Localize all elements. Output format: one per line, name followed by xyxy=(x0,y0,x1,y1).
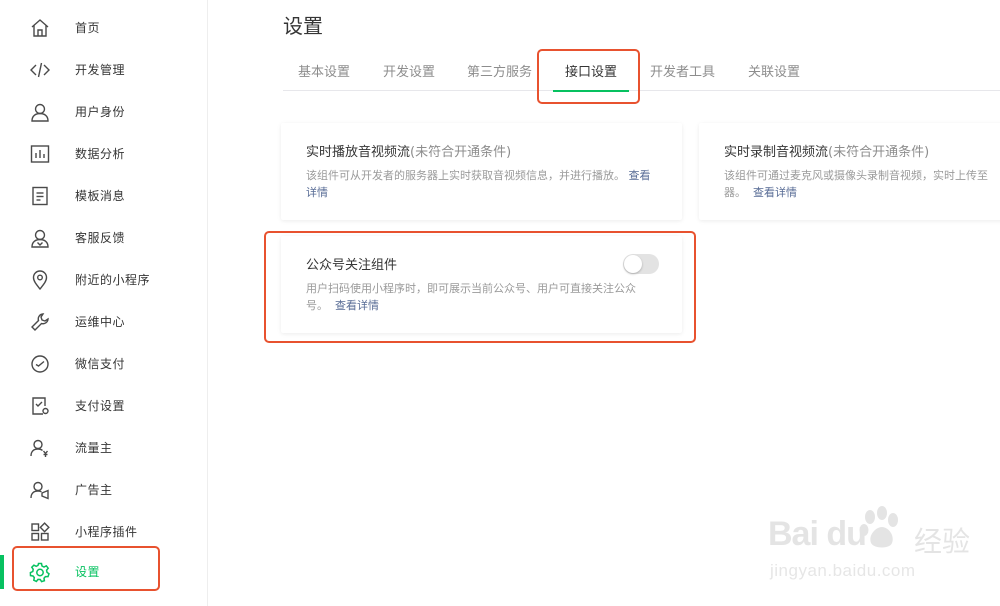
sidebar-item-label: 支付设置 xyxy=(75,399,126,413)
tab-basic-settings[interactable]: 基本设置 xyxy=(298,55,350,91)
card-live-player: 实时播放音视频流(未符合开通条件) 该组件可从开发者的服务器上实时获取音视频信息… xyxy=(281,123,682,220)
home-icon xyxy=(29,17,51,39)
card-title: 实时录制音视频流(未符合开通条件) xyxy=(724,141,929,160)
sidebar-item-label: 客服反馈 xyxy=(75,231,126,245)
tab-dev-settings[interactable]: 开发设置 xyxy=(383,55,435,91)
card-title: 实时播放音视频流(未符合开通条件) xyxy=(306,141,511,160)
sidebar-item-label: 首页 xyxy=(75,21,101,35)
card-live-pusher: 实时录制音视频流(未符合开通条件) 该组件可通过麦克风或摄像头录制音视频，实时上… xyxy=(699,123,1000,220)
sidebar-item-wechat-pay[interactable]: 微信支付 xyxy=(0,343,208,385)
document-icon xyxy=(29,185,51,207)
chart-icon xyxy=(29,143,51,165)
sidebar-item-label: 微信支付 xyxy=(75,357,126,371)
card-title-note: (未符合开通条件) xyxy=(410,145,512,160)
traffic-owner-icon xyxy=(29,437,51,459)
settings-tabs: 基本设置 开发设置 第三方服务 接口设置 开发者工具 关联设置 xyxy=(283,55,1000,92)
wrench-icon xyxy=(29,311,51,333)
tab-developer-tools[interactable]: 开发者工具 xyxy=(650,55,715,91)
sidebar-item-dev-management[interactable]: 开发管理 xyxy=(0,49,208,91)
view-details-link[interactable]: 查看详情 xyxy=(753,186,797,199)
advertiser-icon xyxy=(29,479,51,501)
tab-related-settings[interactable]: 关联设置 xyxy=(748,55,800,91)
sidebar-item-label: 运维中心 xyxy=(75,315,126,329)
sidebar-item-label: 广告主 xyxy=(75,483,113,497)
highlight-box-settings xyxy=(12,546,160,591)
customer-service-icon xyxy=(29,227,51,249)
sidebar-item-label: 数据分析 xyxy=(75,147,126,161)
sidebar-item-user-identity[interactable]: 用户身份 xyxy=(0,91,208,133)
card-description-text: 该组件可从开发者的服务器上实时获取音视频信息，并进行播放。 xyxy=(306,169,625,182)
sidebar-item-label: 模板消息 xyxy=(75,189,126,203)
location-icon xyxy=(29,269,51,291)
sidebar-item-label: 用户身份 xyxy=(75,105,126,119)
card-description: 该组件可从开发者的服务器上实时获取音视频信息，并进行播放。 查看详情 xyxy=(306,167,661,201)
code-icon xyxy=(29,59,51,81)
card-description-text: 该组件可通过麦克风或摄像头录制音视频，实时上传至 xyxy=(724,169,988,182)
sidebar-item-data-analysis[interactable]: 数据分析 xyxy=(0,133,208,175)
card-title-note: (未符合开通条件) xyxy=(828,145,930,160)
sidebar-item-ops-center[interactable]: 运维中心 xyxy=(0,301,208,343)
payment-icon xyxy=(29,353,51,375)
sidebar-item-template-message[interactable]: 模板消息 xyxy=(0,175,208,217)
user-icon xyxy=(29,101,51,123)
card-title-text: 实时播放音视频流 xyxy=(306,145,411,160)
card-title-text: 实时录制音视频流 xyxy=(724,145,829,160)
tab-third-party-services[interactable]: 第三方服务 xyxy=(467,55,532,91)
payment-settings-icon xyxy=(29,395,51,417)
card-description-tail: 器。 xyxy=(724,186,746,199)
sidebar-item-advertiser[interactable]: 广告主 xyxy=(0,469,208,511)
sidebar: 首页 开发管理 用户身份 数据分析 模板消息 客服反馈 附近的小程序 运维中心 … xyxy=(0,0,208,606)
sidebar-item-customer-feedback[interactable]: 客服反馈 xyxy=(0,217,208,259)
plugin-icon xyxy=(29,521,51,543)
sidebar-item-label: 流量主 xyxy=(75,441,113,455)
sidebar-item-label: 开发管理 xyxy=(75,63,126,77)
page-title: 设置 xyxy=(283,14,323,38)
sidebar-item-home[interactable]: 首页 xyxy=(0,7,208,49)
sidebar-item-label: 附近的小程序 xyxy=(75,273,151,287)
sidebar-item-traffic-owner[interactable]: 流量主 xyxy=(0,427,208,469)
highlight-box-tab xyxy=(537,49,640,104)
sidebar-item-nearby-miniprogram[interactable]: 附近的小程序 xyxy=(0,259,208,301)
card-description: 该组件可通过麦克风或摄像头录制音视频，实时上传至 器。 查看详情 xyxy=(724,167,1000,201)
sidebar-item-payment-settings[interactable]: 支付设置 xyxy=(0,385,208,427)
highlight-box-card xyxy=(264,231,696,343)
